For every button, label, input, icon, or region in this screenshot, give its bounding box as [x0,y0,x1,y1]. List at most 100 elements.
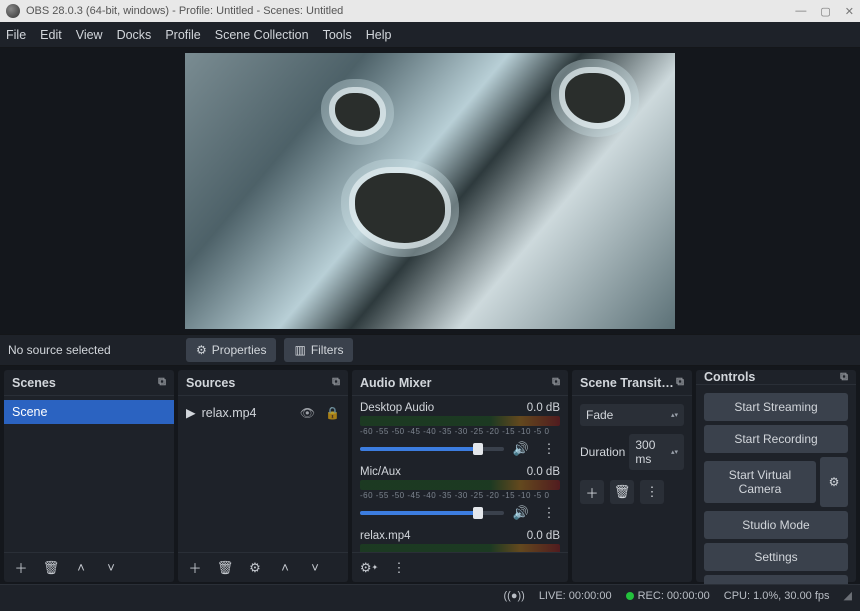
gear-icon: ⚙ [196,343,207,357]
mixer-body: Desktop Audio 0.0 dB -60 -55 -50 -45 -40… [352,396,568,552]
scene-up-button[interactable]: ˄ [70,557,92,579]
chevron-updown-icon: ▴▾ [671,411,678,419]
controls-header: Controls ⧉ [696,370,856,385]
channel-name: Mic/Aux [360,466,401,478]
visibility-toggle-icon[interactable]: 👁 [300,406,315,420]
channel-name: relax.mp4 [360,530,411,542]
virtual-camera-settings-button[interactable]: ⚙ [820,457,848,507]
transitions-title: Scene Transiti… [580,376,676,390]
properties-button[interactable]: ⚙ Properties [186,338,276,362]
source-toolbar: No source selected ⚙ Properties ▥ Filter… [0,334,860,366]
scenes-title: Scenes [12,376,56,390]
volume-slider[interactable] [360,511,504,515]
sources-header: Sources ⧉ [178,370,348,396]
scenes-header: Scenes ⧉ [4,370,174,396]
settings-button[interactable]: Settings [704,543,848,571]
no-source-label: No source selected [8,343,178,357]
menu-bar: File Edit View Docks Profile Scene Colle… [0,22,860,48]
source-item[interactable]: ▶ relax.mp4 👁 🔒 [178,400,348,425]
mixer-channel: Desktop Audio 0.0 dB -60 -55 -50 -45 -40… [352,400,568,464]
duration-value: 300 ms [635,438,671,466]
app-logo-icon [6,4,20,18]
duration-label: Duration [580,445,625,459]
lock-toggle-icon[interactable]: 🔒 [325,406,340,420]
mixer-channel: relax.mp4 0.0 dB -60 -55 -50 -45 -40 -35… [352,528,568,552]
menu-file[interactable]: File [6,28,26,42]
channel-menu-icon[interactable]: ⋮ [538,438,560,460]
menu-edit[interactable]: Edit [40,28,62,42]
mixer-footer: ⚙✦ ⋮ [352,552,568,582]
properties-label: Properties [212,343,267,357]
popout-icon[interactable]: ⧉ [332,376,340,389]
menu-profile[interactable]: Profile [165,28,200,42]
add-source-button[interactable]: ＋ [184,557,206,579]
menu-view[interactable]: View [76,28,103,42]
studio-mode-button[interactable]: Studio Mode [704,511,848,539]
volume-slider[interactable] [360,447,504,451]
meter-ticks: -60 -55 -50 -45 -40 -35 -30 -25 -20 -15 … [360,427,560,436]
mixer-header: Audio Mixer ⧉ [352,370,568,396]
meter-ticks: -60 -55 -50 -45 -40 -35 -30 -25 -20 -15 … [360,491,560,500]
menu-help[interactable]: Help [366,28,392,42]
filters-icon: ▥ [294,343,305,357]
window-title: OBS 28.0.3 (64-bit, windows) - Profile: … [26,5,343,17]
popout-icon[interactable]: ⧉ [676,376,684,389]
network-icon: ((●)) [504,590,525,602]
add-transition-button[interactable]: ＋ [580,480,604,504]
mixer-title: Audio Mixer [360,376,432,390]
maximize-icon[interactable]: ▢ [820,5,830,18]
channel-level: 0.0 dB [527,466,560,478]
play-icon: ▶ [186,405,196,420]
transition-menu-icon[interactable]: ⋮ [640,480,664,504]
controls-body: Start Streaming Start Recording Start Vi… [696,385,856,611]
scene-item[interactable]: Scene [4,400,174,424]
start-virtual-camera-button[interactable]: Start Virtual Camera [704,461,816,503]
source-down-button[interactable]: ˅ [304,557,326,579]
live-status: LIVE: 00:00:00 [539,590,612,602]
scenes-dock: Scenes ⧉ Scene ＋ 🗑 ˄ ˅ [4,370,174,582]
sources-list[interactable]: ▶ relax.mp4 👁 🔒 [178,396,348,552]
start-recording-button[interactable]: Start Recording [704,425,848,453]
menu-docks[interactable]: Docks [117,28,152,42]
speaker-icon[interactable]: 🔊 [510,502,532,524]
controls-title: Controls [704,370,755,384]
mixer-channel: Mic/Aux 0.0 dB -60 -55 -50 -45 -40 -35 -… [352,464,568,528]
preview-canvas[interactable] [185,53,675,329]
filters-button[interactable]: ▥ Filters [284,338,353,362]
advanced-audio-button[interactable]: ⚙✦ [358,557,380,579]
controls-dock: Controls ⧉ Start Streaming Start Recordi… [696,370,856,582]
add-scene-button[interactable]: ＋ [10,557,32,579]
transition-select[interactable]: Fade ▴▾ [580,404,684,426]
cpu-status: CPU: 1.0%, 30.00 fps [724,590,830,602]
remove-source-button[interactable]: 🗑 [214,557,236,579]
gear-icon: ⚙ [829,475,840,489]
speaker-icon[interactable]: 🔊 [510,438,532,460]
close-icon[interactable]: ✕ [845,5,854,18]
popout-icon[interactable]: ⧉ [840,371,848,384]
channel-menu-icon[interactable]: ⋮ [538,502,560,524]
spinner-icon[interactable]: ▴▾ [671,448,678,456]
recording-indicator-icon [626,592,634,600]
minimize-icon[interactable]: — [795,5,806,18]
sources-dock: Sources ⧉ ▶ relax.mp4 👁 🔒 ＋ 🗑 ⚙ ˄ ˅ [178,370,348,582]
preview-area[interactable] [0,48,860,334]
source-properties-button[interactable]: ⚙ [244,557,266,579]
channel-level: 0.0 dB [527,402,560,414]
popout-icon[interactable]: ⧉ [552,376,560,389]
menu-tools[interactable]: Tools [323,28,352,42]
audio-meter [360,416,560,426]
duration-input[interactable]: 300 ms ▴▾ [629,434,684,470]
preview-content [355,173,445,243]
audio-meter [360,480,560,490]
scenes-list[interactable]: Scene [4,396,174,552]
remove-transition-button[interactable]: 🗑 [610,480,634,504]
audio-mixer-dock: Audio Mixer ⧉ Desktop Audio 0.0 dB -60 -… [352,370,568,582]
remove-scene-button[interactable]: 🗑 [40,557,62,579]
source-up-button[interactable]: ˄ [274,557,296,579]
scene-down-button[interactable]: ˅ [100,557,122,579]
start-streaming-button[interactable]: Start Streaming [704,393,848,421]
resize-grip-icon[interactable]: ◢ [844,589,852,602]
mixer-menu-icon[interactable]: ⋮ [388,557,410,579]
menu-scene-collection[interactable]: Scene Collection [215,28,309,42]
popout-icon[interactable]: ⧉ [158,376,166,389]
